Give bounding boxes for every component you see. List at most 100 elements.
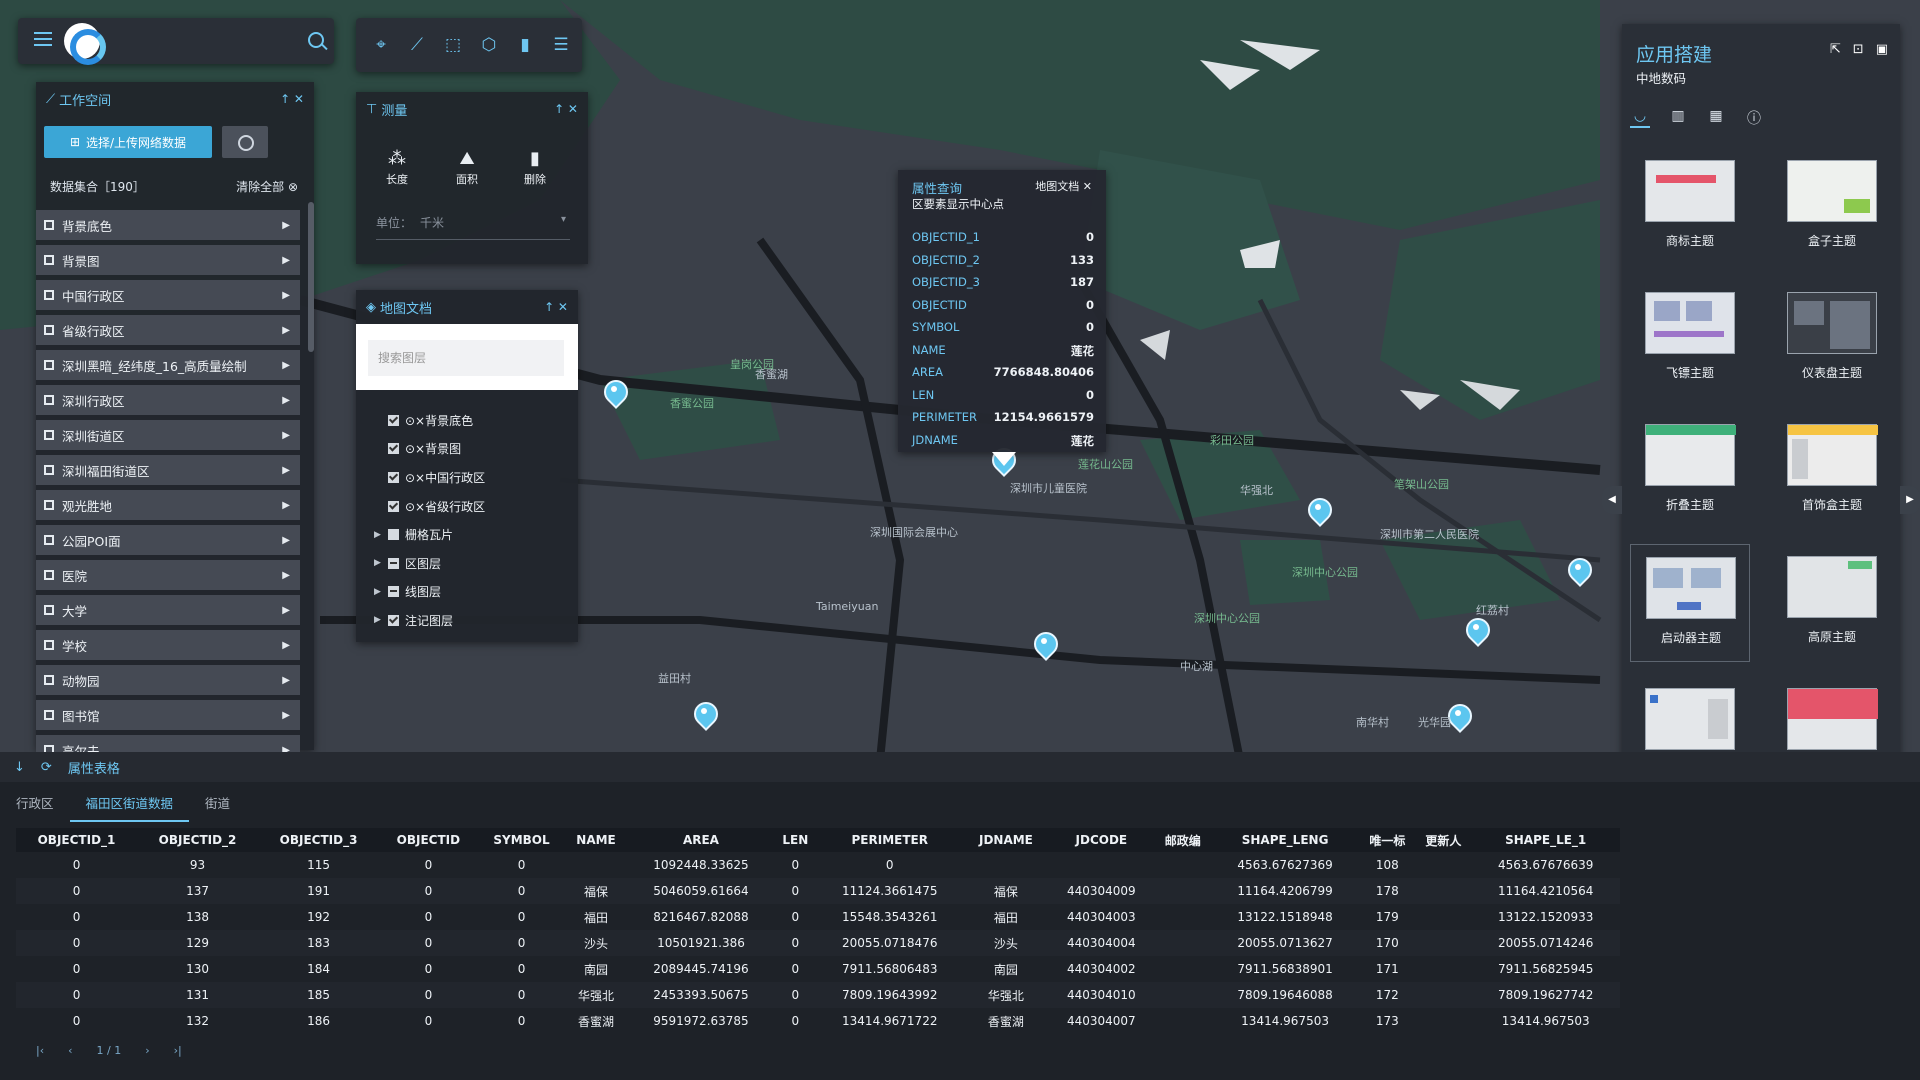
checkbox-icon[interactable] <box>44 255 54 265</box>
table-column-header[interactable]: AREA <box>626 828 776 852</box>
checkbox-icon[interactable] <box>44 360 54 370</box>
table-column-header[interactable]: JDCODE <box>1047 828 1155 852</box>
dataset-item[interactable]: 省级行政区 ▶ <box>36 315 300 345</box>
dataset-item[interactable]: 背景底色 ▶ <box>36 210 300 240</box>
theme-card[interactable]: 商标主题 <box>1630 148 1750 266</box>
checkbox-icon[interactable] <box>44 710 54 720</box>
select-rectangle-icon[interactable]: ⬚ <box>442 34 464 56</box>
first-page-icon[interactable]: |‹ <box>36 1044 44 1057</box>
preview-icon[interactable]: ⊡ <box>1853 42 1864 57</box>
table-column-header[interactable]: LEN <box>775 828 816 852</box>
collapse-left-arrow[interactable]: ◀ <box>1602 486 1622 514</box>
checkbox-icon[interactable] <box>44 675 54 685</box>
layer-tree-node[interactable]: ▶ 线图层 <box>374 578 485 607</box>
table-column-header[interactable]: OBJECTID_1 <box>16 828 138 852</box>
dataset-item[interactable]: 背景图 ▶ <box>36 245 300 275</box>
collapse-icon[interactable]: ↓ <box>14 760 25 775</box>
info-tab-icon[interactable]: ⓘ <box>1744 108 1764 128</box>
table-column-header[interactable]: 邮政编 <box>1154 828 1211 852</box>
measure-line-icon[interactable]: ⟋ <box>406 34 428 56</box>
unit-select[interactable]: 单位： 千米 ▾ <box>376 214 570 240</box>
table-row[interactable]: 0 131 185 0 0 华强北 2453393.50675 0 7809.19643992 华… <box>16 982 1620 1008</box>
layer-search-input[interactable]: 搜索图层 <box>368 340 564 376</box>
menu-icon[interactable] <box>34 32 52 48</box>
widgets-tab-icon[interactable]: ▦ <box>1706 108 1726 128</box>
external-link-icon[interactable]: ⇱ <box>1830 42 1841 57</box>
table-column-header[interactable]: SYMBOL <box>477 828 566 852</box>
map-marker[interactable] <box>1308 498 1328 524</box>
map-marker[interactable] <box>604 380 624 406</box>
collapse-right-arrow[interactable]: ▶ <box>1900 486 1920 514</box>
theme-card[interactable]: 盒子主题 <box>1772 148 1892 266</box>
table-row[interactable]: 0 129 183 0 0 沙头 10501921.386 0 20055.0718476 沙头 4… <box>16 930 1620 956</box>
refresh-icon[interactable]: ⟳ <box>41 760 52 775</box>
theme-tab-icon[interactable]: ◡ <box>1630 108 1650 128</box>
expand-arrow-icon[interactable]: ▶ <box>374 530 388 540</box>
table-column-header[interactable]: SHAPE_LE_1 <box>1471 828 1620 852</box>
layer-checkbox[interactable] <box>388 414 399 426</box>
layer-tree-node[interactable]: ▶ 区图层 <box>374 549 485 578</box>
table-row[interactable]: 0 130 184 0 0 南园 2089445.74196 0 7911.56806483 南园… <box>16 956 1620 982</box>
clear-all-button[interactable]: 清除全部 ⊗ <box>236 178 298 195</box>
table-column-header[interactable]: OBJECTID <box>379 828 478 852</box>
theme-card[interactable]: 折叠主题 <box>1630 412 1750 530</box>
layer-checkbox[interactable] <box>388 500 399 512</box>
table-column-header[interactable]: OBJECTID_3 <box>258 828 380 852</box>
panel-controls[interactable]: ↑ ✕ <box>544 300 568 314</box>
dataset-item[interactable]: 深圳行政区 ▶ <box>36 385 300 415</box>
checkbox-icon[interactable] <box>44 430 54 440</box>
upload-data-button[interactable]: ⊞ 选择/上传网络数据 <box>44 126 212 158</box>
dataset-item[interactable]: 深圳街道区 ▶ <box>36 420 300 450</box>
map-marker[interactable] <box>1448 704 1468 730</box>
dataset-item[interactable]: 深圳黑暗_经纬度_16_高质量绘制 ▶ <box>36 350 300 380</box>
checkbox-icon[interactable] <box>44 325 54 335</box>
theme-card[interactable]: 启动器主题 <box>1630 544 1750 662</box>
map-marker[interactable] <box>1034 632 1054 658</box>
search-icon[interactable] <box>308 32 324 48</box>
table-tab[interactable]: 街道 <box>189 786 246 822</box>
dataset-item[interactable]: 深圳福田街道区 ▶ <box>36 455 300 485</box>
scrollbar[interactable] <box>308 202 314 352</box>
dataset-item[interactable]: 医院 ▶ <box>36 560 300 590</box>
table-column-header[interactable]: PERIMETER <box>815 828 964 852</box>
dataset-item[interactable]: 观光胜地 ▶ <box>36 490 300 520</box>
dataset-item[interactable]: 中国行政区 ▶ <box>36 280 300 310</box>
checkbox-icon[interactable] <box>44 465 54 475</box>
layer-tree-node[interactable]: ⊙×背景图 <box>374 435 485 464</box>
layer-tree-node[interactable]: ⊙×中国行政区 <box>374 463 485 492</box>
table-row[interactable]: 0 132 186 0 0 香蜜湖 9591972.63785 0 13414.9671722 香… <box>16 1008 1620 1034</box>
location-pin-icon[interactable]: ⌖ <box>370 34 392 56</box>
theme-card[interactable]: 仪表盘主题 <box>1772 280 1892 398</box>
table-column-header[interactable]: OBJECTID_2 <box>137 828 259 852</box>
map-marker[interactable] <box>1568 558 1588 584</box>
measure-delete-button[interactable]: ▮ 删除 <box>510 148 560 187</box>
layer-checkbox[interactable] <box>388 586 399 598</box>
last-page-icon[interactable]: ›| <box>174 1044 182 1057</box>
dataset-item[interactable]: 大学 ▶ <box>36 595 300 625</box>
table-column-header[interactable]: 唯一标 <box>1359 828 1416 852</box>
layer-tree-node[interactable]: ⊙×背景底色 <box>374 406 485 435</box>
measure-area-button[interactable]: ⛰ 面积 <box>442 148 492 187</box>
dataset-item[interactable]: 学校 ▶ <box>36 630 300 660</box>
table-column-header[interactable]: 更新人 <box>1415 828 1472 852</box>
checkbox-icon[interactable] <box>44 500 54 510</box>
measure-length-button[interactable]: ⁂ 长度 <box>372 148 422 187</box>
panel-controls[interactable]: ↑ ✕ <box>280 92 304 106</box>
layer-tree-node[interactable]: ⊙×省级行政区 <box>374 492 485 521</box>
dataset-item[interactable]: 动物园 ▶ <box>36 665 300 695</box>
map-search-input[interactable] <box>114 24 324 58</box>
layer-tree-node[interactable]: ▶ 注记图层 <box>374 606 485 635</box>
next-page-icon[interactable]: › <box>145 1044 149 1057</box>
dataset-item[interactable]: 公园POI面 ▶ <box>36 525 300 555</box>
checkbox-icon[interactable] <box>44 535 54 545</box>
table-tab[interactable]: 行政区 <box>0 786 70 822</box>
expand-arrow-icon[interactable]: ▶ <box>374 615 388 625</box>
theme-card[interactable]: 高原主题 <box>1772 544 1892 662</box>
select-polygon-icon[interactable]: ⬡ <box>478 34 500 56</box>
map-tab-icon[interactable]: ▥ <box>1668 108 1688 128</box>
theme-card[interactable]: 首饰盒主题 <box>1772 412 1892 530</box>
expand-arrow-icon[interactable]: ▶ <box>374 558 388 568</box>
table-tab[interactable]: 福田区街道数据 <box>69 786 190 822</box>
delete-icon[interactable]: ▮ <box>514 34 536 56</box>
map-marker[interactable] <box>1466 618 1486 644</box>
